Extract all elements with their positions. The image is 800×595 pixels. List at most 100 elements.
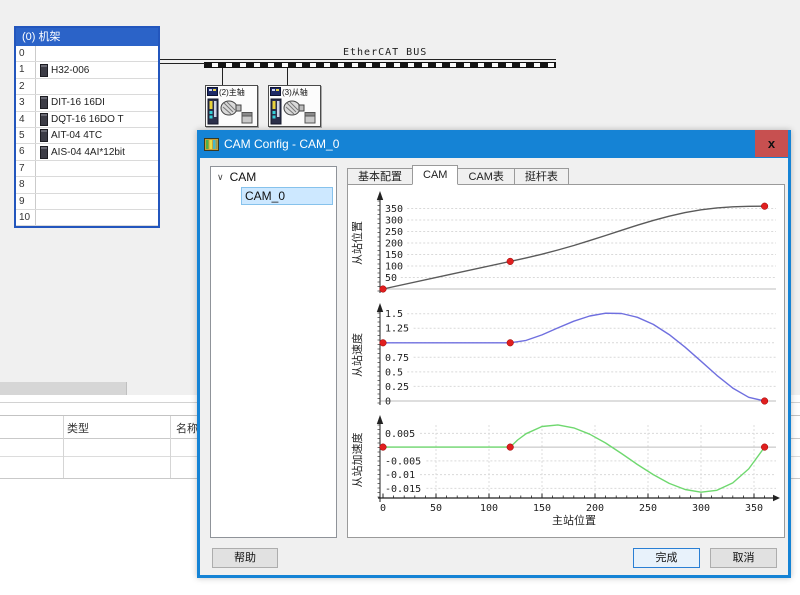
node-master-axis[interactable]: (2)主轴	[205, 85, 258, 127]
chevron-down-icon[interactable]: ∨	[217, 172, 224, 183]
ethercat-bus-line	[204, 62, 556, 68]
slot-number: 4	[16, 112, 36, 127]
svg-text:从站速度: 从站速度	[350, 333, 364, 377]
svg-text:50: 50	[430, 503, 442, 514]
tab-cam[interactable]: CAM	[412, 165, 458, 185]
slot-number: 3	[16, 95, 36, 110]
node-drop-line	[287, 68, 288, 85]
slot-number: 8	[16, 177, 36, 192]
slot-number: 6	[16, 144, 36, 159]
cam-chart-panel: 50100150200250300350从站位置 00.250.50.751.2…	[347, 184, 785, 538]
svg-text:300: 300	[692, 503, 710, 514]
svg-text:100: 100	[480, 503, 498, 514]
cam-config-dialog: CAM Config - CAM_0 x ∨ CAM CAM_0 基本配置CAM…	[197, 130, 791, 578]
svg-text:0.75: 0.75	[385, 353, 409, 364]
node-label: (2)主轴	[219, 88, 245, 97]
screen: 类型 名称 (0) 机架 01H32-00623DIT-16 16DI4DQT-…	[0, 0, 800, 595]
tree-item-cam0[interactable]: CAM_0	[241, 187, 333, 205]
drive-motor-icon	[270, 98, 319, 131]
rack-header: (0) 机架	[16, 28, 158, 46]
module-label: H32-006	[51, 65, 89, 76]
background-toolbar-strip	[0, 382, 127, 395]
rack-rows: 01H32-00623DIT-16 16DI4DQT-16 16DO T5AIT…	[16, 46, 158, 226]
rack-row[interactable]: 2	[16, 79, 158, 95]
module-label: AIS-04 4AI*12bit	[51, 147, 125, 158]
node-label: (3)从轴	[282, 88, 308, 97]
slot-number: 1	[16, 62, 36, 77]
tab-strip: 基本配置CAMCAM表挺杆表	[347, 166, 568, 185]
svg-text:-0.005: -0.005	[385, 456, 421, 467]
svg-text:1.25: 1.25	[385, 324, 409, 335]
rack-row[interactable]: 9	[16, 194, 158, 210]
rack-row[interactable]: 8	[16, 177, 158, 193]
svg-text:从站位置: 从站位置	[350, 221, 364, 265]
svg-text:300: 300	[385, 216, 403, 227]
drive-motor-icon	[207, 98, 256, 131]
svg-text:150: 150	[533, 503, 551, 514]
rack-row[interactable]: 0	[16, 46, 158, 62]
svg-text:从站加速度: 从站加速度	[350, 433, 364, 488]
module-label: AIT-04 4TC	[51, 130, 102, 141]
tab-tappet-table[interactable]: 挺杆表	[514, 168, 569, 185]
coupler-icon	[270, 87, 281, 98]
svg-text:1.5: 1.5	[385, 309, 403, 320]
slot-module: DQT-16 16DO T	[36, 113, 124, 126]
column-divider	[63, 416, 64, 478]
cam-tree[interactable]: ∨ CAM CAM_0	[210, 166, 337, 538]
close-button[interactable]: x	[755, 130, 788, 157]
coupler-icon	[207, 87, 218, 98]
slot-module: DIT-16 16DI	[36, 96, 105, 109]
rack-bus-connector	[160, 63, 205, 64]
module-icon	[40, 64, 48, 77]
chart-slave-position: 50100150200250300350从站位置	[350, 189, 782, 297]
svg-text:0.005: 0.005	[385, 429, 415, 440]
module-icon	[40, 146, 48, 159]
rack-panel[interactable]: (0) 机架 01 H32-006 23 DIT-16 16DI 4DQT-16 16D…	[14, 26, 160, 228]
slot-number: 7	[16, 161, 36, 176]
dialog-icon	[204, 138, 219, 151]
table-col-type: 类型	[67, 420, 89, 436]
rack-row[interactable]: 3 DIT-16 16DI	[16, 95, 158, 111]
help-button[interactable]: 帮助	[212, 548, 278, 568]
ethercat-bus-label: EtherCAT BUS	[343, 47, 427, 58]
slot-module: AIS-04 4AI*12bit	[36, 146, 125, 159]
chart-slave-acceleration: 050100150200250300350主站位置0.005-0.005-0.0…	[350, 413, 782, 537]
svg-text:主站位置: 主站位置	[552, 513, 596, 527]
rack-row[interactable]: 7	[16, 161, 158, 177]
svg-text:50: 50	[385, 273, 397, 284]
dialog-titlebar[interactable]: CAM Config - CAM_0 x	[197, 130, 791, 158]
dialog-title: CAM Config - CAM_0	[224, 137, 339, 151]
rack-row[interactable]: 1 H32-006	[16, 62, 158, 78]
svg-text:0.5: 0.5	[385, 367, 403, 378]
cancel-button[interactable]: 取消	[710, 548, 777, 568]
tree-item-cam[interactable]: ∨ CAM	[211, 167, 336, 186]
svg-text:250: 250	[639, 503, 657, 514]
node-drop-line	[222, 68, 223, 85]
tab-basic-config[interactable]: 基本配置	[347, 168, 413, 185]
finish-button[interactable]: 完成	[633, 548, 700, 568]
tab-cam-table[interactable]: CAM表	[457, 168, 514, 185]
svg-text:0.25: 0.25	[385, 382, 409, 393]
rack-row[interactable]: 5AIT-04 4TC	[16, 128, 158, 144]
module-label: DIT-16 16DI	[51, 97, 105, 108]
svg-text:200: 200	[586, 503, 604, 514]
module-icon	[40, 113, 48, 126]
svg-text:0: 0	[385, 397, 391, 408]
rack-row[interactable]: 6 AIS-04 4AI*12bit	[16, 144, 158, 160]
rack-row[interactable]: 10	[16, 210, 158, 226]
svg-text:250: 250	[385, 227, 403, 238]
svg-text:200: 200	[385, 239, 403, 250]
ethercat-bus-rail	[160, 59, 556, 60]
node-slave-axis[interactable]: (3)从轴	[268, 85, 321, 127]
slot-number: 10	[16, 210, 36, 225]
slot-module: AIT-04 4TC	[36, 129, 102, 142]
rack-row[interactable]: 4DQT-16 16DO T	[16, 112, 158, 128]
svg-text:350: 350	[745, 503, 763, 514]
module-icon	[40, 129, 48, 142]
svg-text:100: 100	[385, 262, 403, 273]
table-col-name: 名称	[176, 420, 198, 436]
module-icon	[40, 96, 48, 109]
slot-number: 9	[16, 194, 36, 209]
svg-text:-0.01: -0.01	[385, 470, 415, 481]
column-divider	[170, 416, 171, 478]
